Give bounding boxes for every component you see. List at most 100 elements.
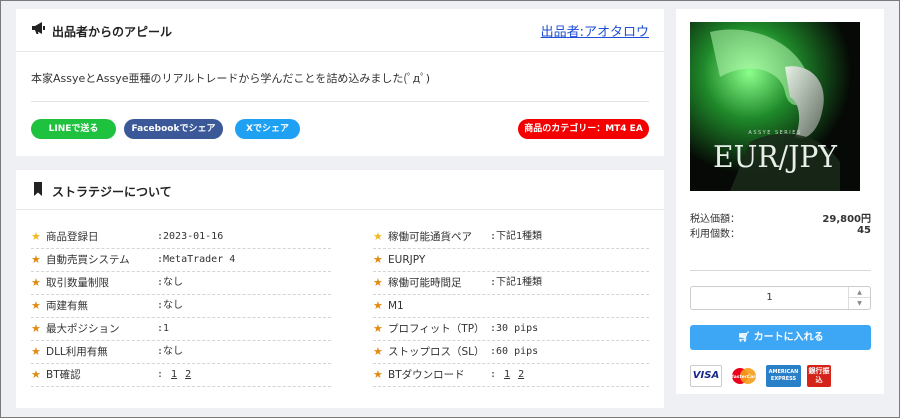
price-value: 29,800円 — [822, 214, 871, 225]
spec-label: DLL利用有無 — [46, 346, 108, 358]
price-label: 税込価額： — [690, 214, 740, 225]
add-to-cart-button[interactable]: 🛒︎ カートに入れる — [690, 325, 871, 350]
bt-download-link-1[interactable]: 1 — [504, 369, 510, 380]
spec-label: 自動売買システム — [46, 254, 130, 266]
star-icon: ★ — [373, 299, 383, 312]
quantity-stepper[interactable]: 1 ▲ ▼ — [690, 286, 871, 310]
star-icon: ★ — [373, 230, 383, 243]
megaphone-icon — [32, 22, 45, 34]
spec-value: :なし — [157, 346, 184, 357]
usage-label: 利用個数： — [690, 229, 740, 240]
spec-label: 両建有無 — [46, 300, 88, 312]
spec-row: ★ M1 — [373, 295, 649, 318]
spec-row: ★ 取引数量制限:なし — [31, 272, 331, 295]
spec-value: :1 — [157, 323, 170, 334]
star-icon: ★ — [31, 299, 41, 312]
quantity-spinner[interactable]: ▲ ▼ — [848, 287, 870, 309]
price-row: 税込価額： 29,800円 — [690, 210, 871, 225]
chevron-up-icon[interactable]: ▲ — [849, 287, 870, 298]
spec-label: EURJPY — [388, 254, 426, 266]
appeal-header: 出品者からのアピール 出品者:アオタロウ — [16, 9, 664, 52]
chevron-down-icon[interactable]: ▼ — [849, 298, 870, 309]
appeal-title: 出品者からのアピール — [52, 25, 173, 39]
amex-icon: AMERICAN EXPRESS — [766, 365, 801, 387]
divider — [31, 101, 649, 102]
star-icon: ★ — [31, 253, 41, 266]
bt-link-1[interactable]: 1 — [171, 369, 177, 380]
star-icon: ★ — [31, 345, 41, 358]
spec-row: ★ 稼働可能通貨ペア :下記1種類 — [373, 226, 649, 249]
facebook-share-button[interactable]: Facebookでシェア — [124, 119, 223, 139]
spec-row: ★ BT確認:1 2 — [31, 364, 331, 387]
spec-label: 最大ポジション — [46, 323, 120, 335]
strategy-title: ストラテジーについて — [52, 185, 172, 199]
line-share-button[interactable]: LINEで送る — [31, 119, 116, 139]
strategy-left-column: ★ 商品登録日 :2023-01-16 ★ 自動売買システム :MetaTrader 4… — [31, 226, 331, 387]
spec-value: :12 — [490, 364, 524, 386]
spec-label: 商品登録日 — [46, 231, 99, 243]
product-artwork: ASSYE SERIES EUR/JPY — [690, 22, 860, 191]
product-card: ASSYE SERIES EUR/JPY 税込価額： 29,800円 利用個数：… — [676, 9, 884, 394]
spec-label: 稼働可能通貨ペア — [388, 231, 472, 243]
star-icon: ★ — [373, 276, 383, 289]
seller-appeal-card: 出品者からのアピール 出品者:アオタロウ 本家AssyeとAssye亜種のリアル… — [16, 9, 664, 156]
bt-download-link-2[interactable]: 2 — [518, 369, 524, 380]
spec-value: :60 pips — [490, 346, 539, 357]
spec-value: :30 pips — [490, 323, 539, 334]
star-icon: ★ — [31, 368, 41, 381]
spec-row: ★ 自動売買システム :MetaTrader 4 — [31, 249, 331, 272]
usage-value: 45 — [857, 225, 871, 236]
spec-row: ★ 稼働可能時間足 :下記1種類 — [373, 272, 649, 295]
mastercard-label: MasterCard — [729, 374, 759, 380]
spec-value: :下記1種類 — [490, 231, 543, 242]
spec-value: :なし — [157, 300, 184, 311]
star-icon: ★ — [31, 322, 41, 335]
spec-label: 取引数量制限 — [46, 277, 109, 289]
mastercard-icon: MasterCard — [728, 365, 760, 387]
spec-value-prefix: : — [157, 369, 164, 380]
spec-row: ★ BTダウンロード:1 2 — [373, 364, 649, 387]
seller-link[interactable]: 出品者:アオタロウ — [541, 21, 649, 40]
quantity-value[interactable]: 1 — [691, 287, 848, 309]
spec-label: ストップロス（SL） — [388, 346, 485, 358]
spec-value: :2023-01-16 — [157, 231, 224, 242]
spec-row: ★ 最大ポジション :1 — [31, 318, 331, 341]
bookmark-icon — [34, 182, 42, 196]
bank-transfer-icon: 銀行振込 — [807, 365, 831, 387]
star-icon: ★ — [373, 345, 383, 358]
spec-label: M1 — [388, 300, 404, 312]
star-icon: ★ — [31, 276, 41, 289]
strategy-card: ストラテジーについて ★ 商品登録日:2023-01-16 ★ 自動売買システム:M… — [16, 170, 664, 408]
category-button[interactable]: 商品のカテゴリー：MT4 EA — [518, 119, 649, 139]
spec-row: ★ EURJPY — [373, 249, 649, 272]
cart-icon: 🛒︎ — [737, 332, 754, 343]
star-icon: ★ — [373, 368, 383, 381]
visa-icon: VISA — [690, 365, 722, 387]
image-title: EUR/JPY — [713, 140, 838, 175]
x-share-button[interactable]: Xでシェア — [235, 119, 300, 139]
star-icon: ★ — [373, 253, 383, 266]
spec-row: ★ ストップロス（SL） :60 pips — [373, 341, 649, 364]
spec-label: BTダウンロード — [388, 369, 465, 381]
spec-label: プロフィット（TP） — [388, 323, 485, 335]
strategy-header: ストラテジーについて — [16, 170, 664, 210]
spec-row: ★ DLL利用有無 :なし — [31, 341, 331, 364]
divider — [690, 270, 871, 271]
star-icon: ★ — [373, 322, 383, 335]
bt-link-2[interactable]: 2 — [185, 369, 191, 380]
spec-value-prefix: : — [490, 369, 497, 380]
strategy-right-column: ★ 稼働可能通貨ペア :下記1種類 ★ EURJPY ★ 稼働可能時間足 :下記1種類 ★… — [373, 226, 649, 387]
spec-row: ★ 両建有無 :なし — [31, 295, 331, 318]
spec-label: 稼働可能時間足 — [388, 277, 462, 289]
star-icon: ★ — [31, 230, 41, 243]
spec-value: :12 — [157, 364, 191, 386]
cart-label: カートに入れる — [753, 332, 824, 343]
appeal-text: 本家AssyeとAssye亜種のリアルトレードから学んだことを詰め込みました(ﾟ… — [31, 72, 431, 85]
spec-value: :下記1種類 — [490, 277, 543, 288]
product-image: ASSYE SERIES EUR/JPY — [690, 22, 860, 191]
price-table: 税込価額： 29,800円 利用個数： 45 — [690, 210, 871, 240]
spec-value: :MetaTrader 4 — [157, 254, 236, 265]
image-subtitle: ASSYE SERIES — [748, 130, 801, 136]
spec-row: ★ 商品登録日 :2023-01-16 — [31, 226, 331, 249]
spec-row: ★ プロフィット（TP） :30 pips — [373, 318, 649, 341]
